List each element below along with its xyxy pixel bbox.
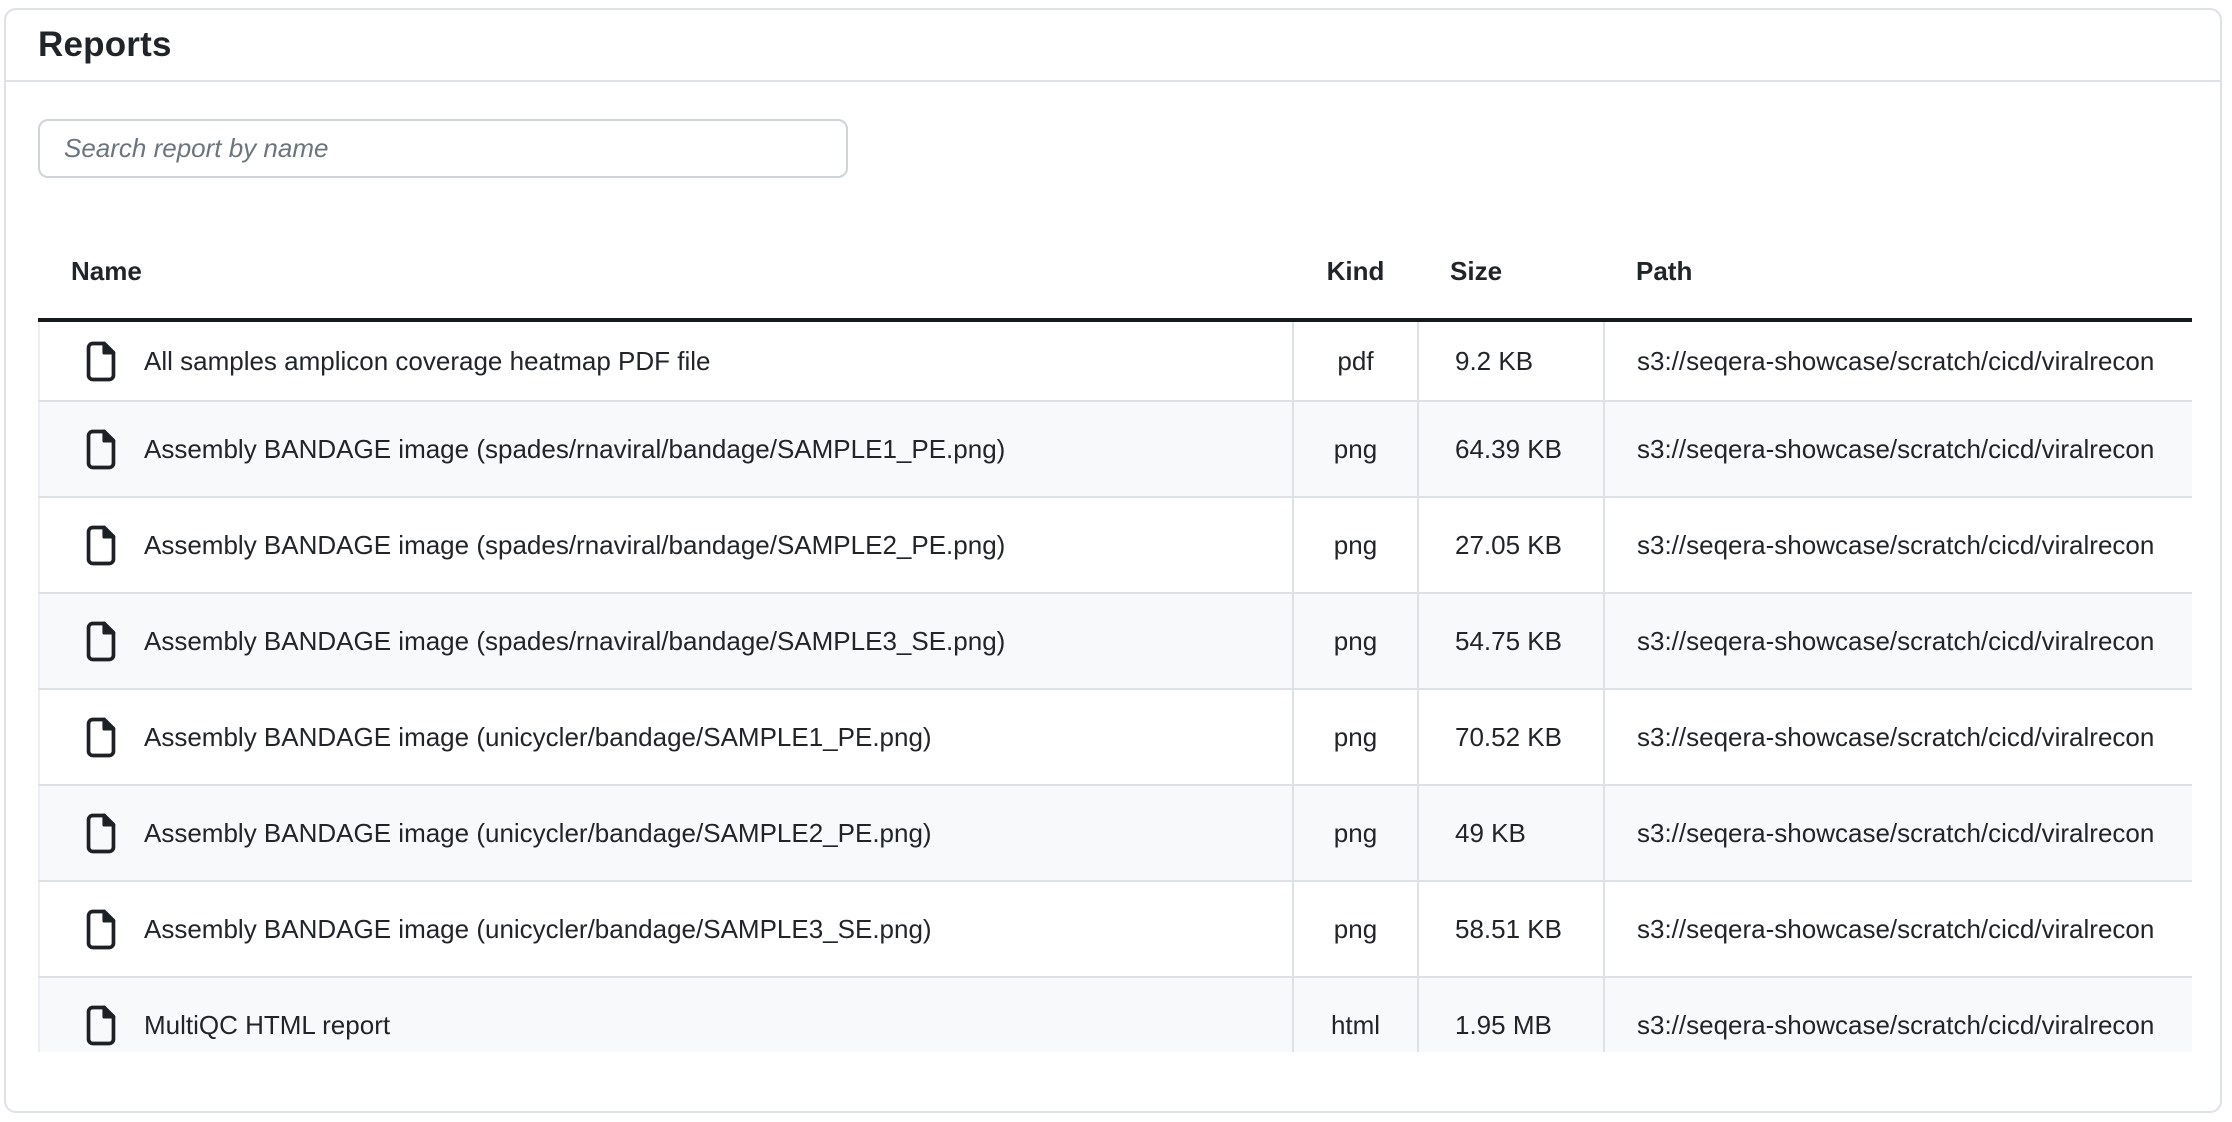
report-path: s3://seqera-showcase/scratch/cicd/viralr…	[1604, 977, 2192, 1052]
report-name[interactable]: Assembly BANDAGE image (unicycler/bandag…	[144, 722, 932, 753]
table-row[interactable]: Assembly BANDAGE image (spades/rnaviral/…	[39, 497, 2192, 593]
page-title: Reports	[38, 25, 172, 65]
report-path: s3://seqera-showcase/scratch/cicd/viralr…	[1604, 689, 2192, 785]
report-path: s3://seqera-showcase/scratch/cicd/viralr…	[1604, 497, 2192, 593]
report-kind: png	[1293, 785, 1418, 881]
report-name[interactable]: Assembly BANDAGE image (unicycler/bandag…	[144, 914, 932, 945]
table-header-row: Name Kind Size Path	[39, 224, 2192, 320]
table-row[interactable]: Assembly BANDAGE image (spades/rnaviral/…	[39, 593, 2192, 689]
file-icon	[84, 1005, 118, 1046]
report-size: 9.2 KB	[1418, 320, 1604, 401]
report-size: 70.52 KB	[1418, 689, 1604, 785]
report-name[interactable]: Assembly BANDAGE image (spades/rnaviral/…	[144, 530, 1005, 561]
column-header-size: Size	[1418, 224, 1604, 320]
report-name[interactable]: MultiQC HTML report	[144, 1010, 390, 1041]
report-name[interactable]: All samples amplicon coverage heatmap PD…	[144, 346, 710, 377]
report-name[interactable]: Assembly BANDAGE image (spades/rnaviral/…	[144, 626, 1005, 657]
report-kind: png	[1293, 593, 1418, 689]
report-kind: png	[1293, 881, 1418, 977]
table-row[interactable]: MultiQC HTML report html 1.95 MB s3://se…	[39, 977, 2192, 1052]
report-path: s3://seqera-showcase/scratch/cicd/viralr…	[1604, 593, 2192, 689]
report-kind: html	[1293, 977, 1418, 1052]
reports-table: Name Kind Size Path All samples amplicon…	[38, 224, 2192, 1052]
table-row[interactable]: All samples amplicon coverage heatmap PD…	[39, 320, 2192, 401]
search-input[interactable]	[38, 119, 848, 178]
report-size: 54.75 KB	[1418, 593, 1604, 689]
report-path: s3://seqera-showcase/scratch/cicd/viralr…	[1604, 785, 2192, 881]
report-kind: png	[1293, 497, 1418, 593]
column-header-path: Path	[1604, 224, 2192, 320]
report-size: 1.95 MB	[1418, 977, 1604, 1052]
report-path: s3://seqera-showcase/scratch/cicd/viralr…	[1604, 881, 2192, 977]
report-path: s3://seqera-showcase/scratch/cicd/viralr…	[1604, 401, 2192, 497]
report-name[interactable]: Assembly BANDAGE image (spades/rnaviral/…	[144, 434, 1005, 465]
report-path: s3://seqera-showcase/scratch/cicd/viralr…	[1604, 320, 2192, 401]
report-size: 58.51 KB	[1418, 881, 1604, 977]
file-icon	[84, 341, 118, 382]
report-name[interactable]: Assembly BANDAGE image (unicycler/bandag…	[144, 818, 932, 849]
report-kind: pdf	[1293, 320, 1418, 401]
reports-card-body: Name Kind Size Path All samples amplicon…	[6, 82, 2220, 1052]
file-icon	[84, 813, 118, 854]
report-size: 64.39 KB	[1418, 401, 1604, 497]
report-size: 27.05 KB	[1418, 497, 1604, 593]
file-icon	[84, 525, 118, 566]
file-icon	[84, 621, 118, 662]
report-kind: png	[1293, 689, 1418, 785]
report-size: 49 KB	[1418, 785, 1604, 881]
reports-card-header: Reports	[6, 10, 2220, 82]
column-header-kind: Kind	[1293, 224, 1418, 320]
file-icon	[84, 429, 118, 470]
table-row[interactable]: Assembly BANDAGE image (spades/rnaviral/…	[39, 401, 2192, 497]
file-icon	[84, 909, 118, 950]
table-row[interactable]: Assembly BANDAGE image (unicycler/bandag…	[39, 881, 2192, 977]
file-icon	[84, 717, 118, 758]
table-row[interactable]: Assembly BANDAGE image (unicycler/bandag…	[39, 785, 2192, 881]
table-row[interactable]: Assembly BANDAGE image (unicycler/bandag…	[39, 689, 2192, 785]
report-kind: png	[1293, 401, 1418, 497]
reports-card: Reports Name Kind Size Path	[4, 8, 2222, 1113]
column-header-name: Name	[39, 224, 1293, 320]
reports-table-container: Name Kind Size Path All samples amplicon…	[38, 224, 2192, 1052]
